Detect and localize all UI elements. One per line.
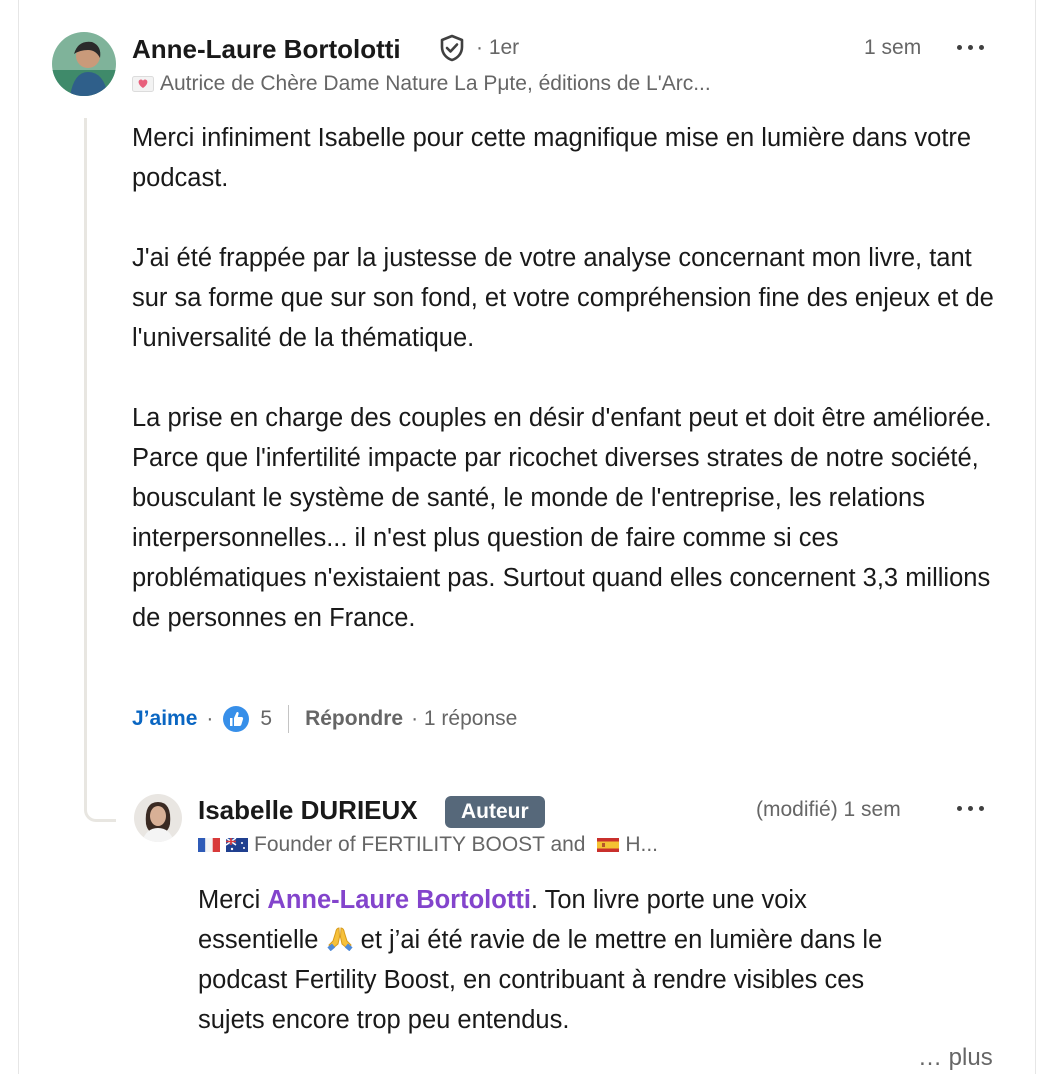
praying-hands-icon bbox=[326, 927, 353, 952]
australia-flag-icon bbox=[226, 837, 248, 853]
reply-body: Merci Anne-Laure Bortolotti. Ton livre p… bbox=[198, 880, 998, 1040]
more-options-icon[interactable] bbox=[956, 43, 986, 53]
verified-shield-icon bbox=[440, 34, 464, 62]
reply-button[interactable]: Répondre bbox=[305, 707, 403, 731]
reply-line: podcast Fertility Boost, en contribuant … bbox=[198, 966, 865, 994]
connection-degree: · 1er bbox=[476, 36, 520, 59]
mention-link[interactable]: Anne-Laure Bortolotti bbox=[267, 886, 530, 914]
author-name[interactable]: Isabelle DURIEUX bbox=[198, 795, 418, 826]
comment-paragraph: La prise en charge des couples en désir … bbox=[132, 404, 992, 632]
reply-time: (modifié) 1 sem bbox=[756, 798, 901, 821]
comment-paragraph: Merci infiniment Isabelle pour cette mag… bbox=[132, 124, 972, 192]
see-more-link[interactable]: … plus bbox=[918, 1044, 993, 1072]
spain-flag-icon bbox=[597, 838, 620, 853]
separator-dot: · bbox=[206, 707, 214, 730]
author-name[interactable]: Anne-Laure Bortolotti bbox=[132, 34, 401, 65]
headline-text: Autrice de Chère Dame Nature La Pμte, éd… bbox=[160, 72, 711, 95]
more-options-icon[interactable] bbox=[956, 804, 986, 814]
like-button[interactable]: J’aime bbox=[132, 707, 197, 731]
heart-emoji-icon bbox=[132, 76, 154, 93]
avatar[interactable] bbox=[52, 32, 116, 96]
france-flag-icon bbox=[198, 838, 220, 853]
headline-tail: H... bbox=[625, 833, 659, 856]
reply-line: essentielle et j’ai été ravie de le mett… bbox=[198, 920, 998, 960]
reply-text: Merci bbox=[198, 886, 268, 914]
comment-paragraph: J'ai été frappée par la justesse de votr… bbox=[132, 244, 994, 352]
reaction-count[interactable]: 5 bbox=[260, 707, 272, 731]
author-headline: Autrice de Chère Dame Nature La Pμte, éd… bbox=[132, 72, 711, 96]
card-border bbox=[1035, 0, 1036, 1074]
reply-text: et j’ai été ravie de le mettre en lumièr… bbox=[353, 926, 883, 954]
author-headline: Founder of FERTILITY BOOST and H... bbox=[198, 833, 658, 857]
reply-text: . Ton livre porte une voix bbox=[530, 886, 807, 914]
comment-body: Merci infiniment Isabelle pour cette mag… bbox=[132, 118, 1012, 638]
like-reaction-icon[interactable] bbox=[222, 705, 250, 733]
replies-count[interactable]: · 1 réponse bbox=[411, 707, 517, 731]
reply-line: Merci Anne-Laure Bortolotti. Ton livre p… bbox=[198, 880, 998, 920]
headline-text: Founder of FERTILITY BOOST and bbox=[254, 833, 586, 856]
avatar[interactable] bbox=[134, 794, 182, 842]
thread-line bbox=[84, 118, 116, 822]
reply-line: sujets encore trop peu entendus. bbox=[198, 1006, 570, 1034]
reply-text: essentielle bbox=[198, 926, 326, 954]
author-badge: Auteur bbox=[445, 796, 545, 828]
divider bbox=[288, 705, 290, 733]
card-border bbox=[18, 0, 19, 1074]
comment-actions: J’aime · 5 Répondre · 1 réponse bbox=[132, 704, 517, 734]
comment-time: 1 sem bbox=[864, 36, 922, 59]
